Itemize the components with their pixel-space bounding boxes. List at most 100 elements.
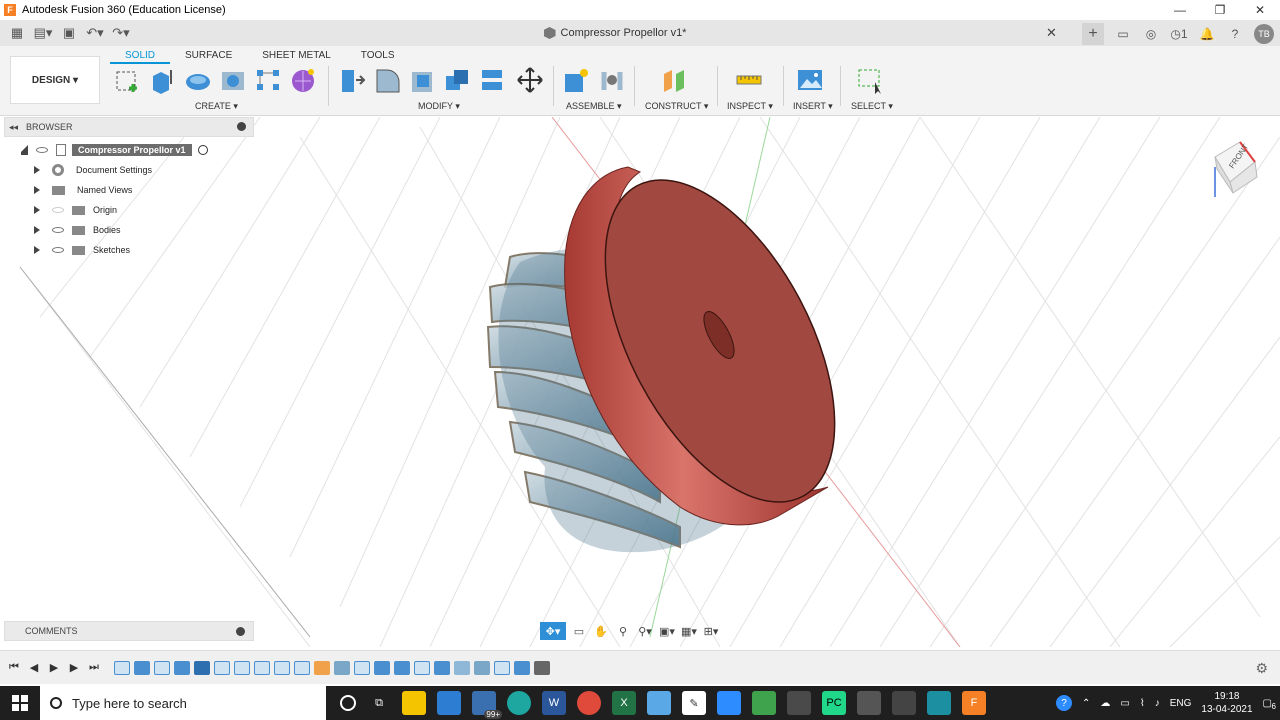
close-button[interactable]: ✕	[1240, 0, 1280, 20]
help-tray-icon[interactable]: ?	[1055, 695, 1072, 711]
timeline-split-icon[interactable]	[194, 660, 210, 675]
go-to-end-icon[interactable]: ⏭	[88, 661, 100, 674]
press-pull-icon[interactable]	[338, 66, 366, 94]
select-window-icon[interactable]	[856, 66, 884, 94]
tools-app-icon[interactable]	[892, 691, 916, 715]
show-hidden-icons-icon[interactable]: ⌃	[1082, 698, 1090, 709]
play-icon[interactable]: ▶	[48, 662, 60, 674]
zoom-icon[interactable]: ⚲	[614, 622, 632, 640]
cortana-icon[interactable]	[340, 695, 356, 711]
tab-tools[interactable]: TOOLS	[346, 48, 410, 64]
form-icon[interactable]	[289, 66, 317, 94]
minimize-button[interactable]: —	[1160, 0, 1200, 20]
clock[interactable]: 19:18 13-04-2021	[1201, 690, 1252, 716]
timeline-sketch-icon[interactable]	[234, 660, 250, 675]
timeline-sketch-icon[interactable]	[294, 660, 310, 675]
app-icon[interactable]	[927, 691, 951, 715]
timeline-extrude-icon[interactable]	[434, 660, 450, 675]
redo-icon[interactable]: ↷▾	[110, 23, 132, 43]
expand-arrow-icon[interactable]	[34, 166, 42, 174]
create-sketch-icon[interactable]	[114, 66, 142, 94]
visibility-eye-icon[interactable]	[36, 147, 48, 153]
timeline-pattern-icon[interactable]	[474, 660, 490, 675]
joint-icon[interactable]	[598, 66, 626, 94]
maximize-button[interactable]: ❐	[1200, 0, 1240, 20]
insert-image-icon[interactable]	[796, 66, 824, 94]
expand-arrow-icon[interactable]	[34, 226, 42, 234]
modify-menu[interactable]: MODIFY ▾	[418, 101, 460, 112]
document-tab[interactable]: Compressor Propellor v1*	[165, 20, 1065, 46]
inkscape-icon[interactable]: ✎	[682, 691, 706, 715]
mail-icon[interactable]: 99+	[472, 691, 502, 719]
measure-icon[interactable]	[735, 66, 763, 94]
step-forward-icon[interactable]: ▶	[68, 662, 80, 674]
timeline-sketch-icon[interactable]	[414, 660, 430, 675]
construct-menu[interactable]: CONSTRUCT ▾	[645, 101, 708, 112]
visibility-eye-icon[interactable]	[52, 227, 64, 233]
go-to-start-icon[interactable]: ⏮	[8, 661, 20, 674]
combine-icon[interactable]	[443, 66, 471, 94]
app-icon[interactable]	[647, 691, 671, 715]
new-tab-button[interactable]: +	[1082, 23, 1104, 45]
create-menu[interactable]: CREATE ▾	[195, 101, 238, 112]
timeline-plane-icon[interactable]	[314, 660, 330, 675]
notifications-icon[interactable]: ▭	[1114, 25, 1132, 43]
fit-zoom-icon[interactable]: ⚲▾	[636, 622, 654, 640]
app-icon[interactable]	[857, 691, 881, 715]
inspect-menu[interactable]: INSPECT ▾	[727, 101, 773, 112]
store-icon[interactable]	[437, 691, 461, 715]
timeline-sketch-icon[interactable]	[214, 660, 230, 675]
display-settings-icon[interactable]: ▣▾	[658, 622, 676, 640]
extrude-icon[interactable]	[149, 66, 177, 94]
task-view-icon[interactable]: ⧉	[367, 691, 391, 715]
timeline-extrude-icon[interactable]	[374, 660, 390, 675]
taskbar-search-box[interactable]: Type here to search	[40, 686, 326, 720]
job-status-icon[interactable]: ◷ 1	[1170, 25, 1188, 43]
activate-radio-icon[interactable]	[197, 145, 208, 155]
pattern-icon[interactable]	[254, 66, 282, 94]
tree-item-sketches[interactable]: Sketches	[34, 241, 130, 259]
timeline-extrude-icon[interactable]	[394, 660, 410, 675]
move-copy-icon[interactable]	[516, 66, 544, 94]
excel-icon[interactable]: X	[612, 691, 636, 715]
tree-item-named-views[interactable]: Named Views	[34, 181, 132, 199]
network-app-icon[interactable]	[787, 691, 811, 715]
tab-sheet-metal[interactable]: SHEET METAL	[247, 48, 346, 64]
timeline-settings-gear-icon[interactable]: ⚙	[1255, 660, 1268, 677]
comments-panel[interactable]: COMMENTS	[4, 621, 254, 641]
tree-item-origin[interactable]: Origin	[34, 201, 117, 219]
look-at-icon[interactable]: ▭	[570, 622, 588, 640]
offset-plane-icon[interactable]	[660, 66, 688, 94]
windows-start-icon[interactable]	[0, 686, 40, 720]
fillet-icon[interactable]	[373, 66, 401, 94]
viewports-icon[interactable]: ⊞▾	[702, 622, 720, 640]
timeline-marker[interactable]	[534, 660, 550, 675]
pycharm-icon[interactable]: PC	[822, 691, 846, 715]
timeline-extrude-icon[interactable]	[134, 660, 150, 675]
expand-arrow-icon[interactable]	[34, 246, 42, 254]
insert-menu[interactable]: INSERT ▾	[793, 101, 833, 112]
tree-root[interactable]: Compressor Propellor v1	[18, 141, 208, 159]
expand-arrow-icon[interactable]	[34, 206, 42, 214]
pan-hand-icon[interactable]: ✋	[592, 622, 610, 640]
user-avatar[interactable]: TB	[1254, 24, 1274, 44]
revolve-icon[interactable]	[184, 66, 212, 94]
volume-icon[interactable]: ♪	[1155, 698, 1160, 709]
edge-icon[interactable]	[507, 691, 531, 715]
browser-pin-icon[interactable]	[237, 122, 246, 131]
save-icon[interactable]: ▣	[58, 23, 80, 43]
language-indicator[interactable]: ENG	[1170, 698, 1192, 709]
timeline-sketch-icon[interactable]	[354, 660, 370, 675]
timeline-extrude-icon[interactable]	[174, 660, 190, 675]
tab-surface[interactable]: SURFACE	[170, 48, 247, 64]
undo-icon[interactable]: ↶▾	[84, 23, 106, 43]
select-menu[interactable]: SELECT ▾	[851, 101, 893, 112]
word-icon[interactable]: W	[542, 691, 566, 715]
split-body-icon[interactable]	[478, 66, 506, 94]
zoom-app-icon[interactable]	[717, 691, 741, 715]
data-panel-grid-icon[interactable]: ▦	[6, 23, 28, 43]
grid-settings-icon[interactable]: ▦▾	[680, 622, 698, 640]
expand-arrow-icon[interactable]	[34, 186, 42, 194]
bell-icon[interactable]: 🔔	[1198, 25, 1216, 43]
wifi-icon[interactable]: ⌇	[1140, 698, 1145, 709]
